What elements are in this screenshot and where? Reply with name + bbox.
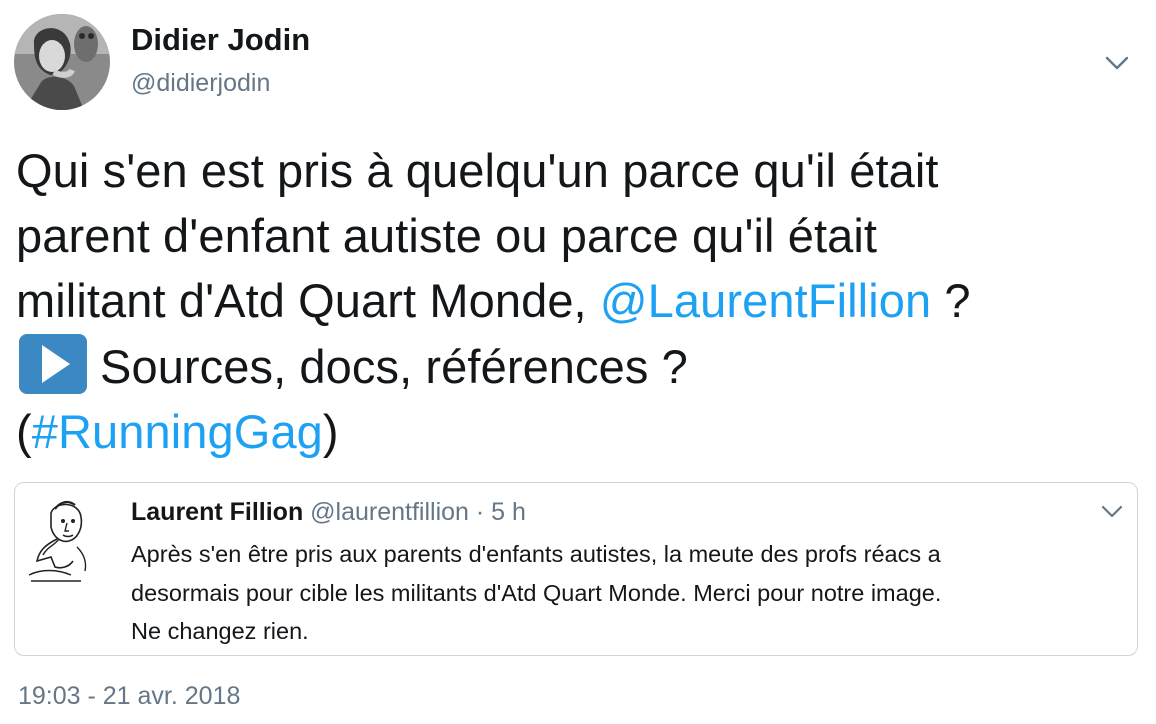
quoted-tweet-card[interactable]: Laurent Fillion @laurentfillion · 5 h Ap… (14, 482, 1138, 656)
hashtag-link[interactable]: #RunningGag (32, 405, 323, 458)
tweet-text-line: parent d'enfant autiste ou parce qu'il é… (16, 209, 878, 262)
tweet-text-line: Qui s'en est pris à quelqu'un parce qu'i… (16, 144, 939, 197)
tweet: Didier Jodin @didierjodin Qui s'en est p… (0, 0, 1156, 724)
tweet-text-segment: militant d'Atd Quart Monde, (16, 274, 600, 327)
author-handle[interactable]: @didierjodin (131, 68, 310, 98)
quoted-tweet-text: Après s'en être pris aux parents d'enfan… (131, 535, 1121, 651)
mention-link[interactable]: @LaurentFillion (600, 274, 931, 327)
play-button-emoji-icon (18, 333, 88, 395)
tweet-text-segment: ? (931, 274, 971, 327)
tweet-text-segment: ) (322, 405, 339, 458)
quoted-author-meta: @laurentfillion · 5 h (310, 498, 526, 526)
author-info: Didier Jodin @didierjodin (131, 22, 310, 98)
tweet-text-line: militant d'Atd Quart Monde, @LaurentFill… (16, 268, 1146, 333)
tweet-text-segment: Sources, docs, références ? (100, 340, 688, 393)
author-name[interactable]: Didier Jodin (131, 22, 310, 58)
quoted-text-line: Après s'en être pris aux parents d'enfan… (131, 541, 941, 567)
chevron-down-icon[interactable] (1102, 52, 1132, 74)
tweet-text: Qui s'en est pris à quelqu'un parce qu'i… (16, 138, 1146, 464)
quoted-text-line: desormais pour cible les militants d'Atd… (131, 579, 942, 606)
quoted-author-name[interactable]: Laurent Fillion (131, 498, 303, 526)
tweet-text-line: (#RunningGag) (16, 399, 1146, 464)
tweet-text-segment: ( (16, 405, 32, 458)
tweet-text-line: Sources, docs, références ? (16, 333, 1146, 399)
quoted-tweet-header: Laurent Fillion @laurentfillion · 5 h (131, 497, 526, 527)
tweet-timestamp[interactable]: 19:03 - 21 avr. 2018 (18, 681, 240, 711)
chevron-down-icon[interactable] (1099, 503, 1125, 521)
author-avatar[interactable] (14, 14, 110, 110)
quoted-text-line: Ne changez rien. (131, 618, 309, 644)
quoted-author-avatar[interactable] (21, 495, 107, 587)
